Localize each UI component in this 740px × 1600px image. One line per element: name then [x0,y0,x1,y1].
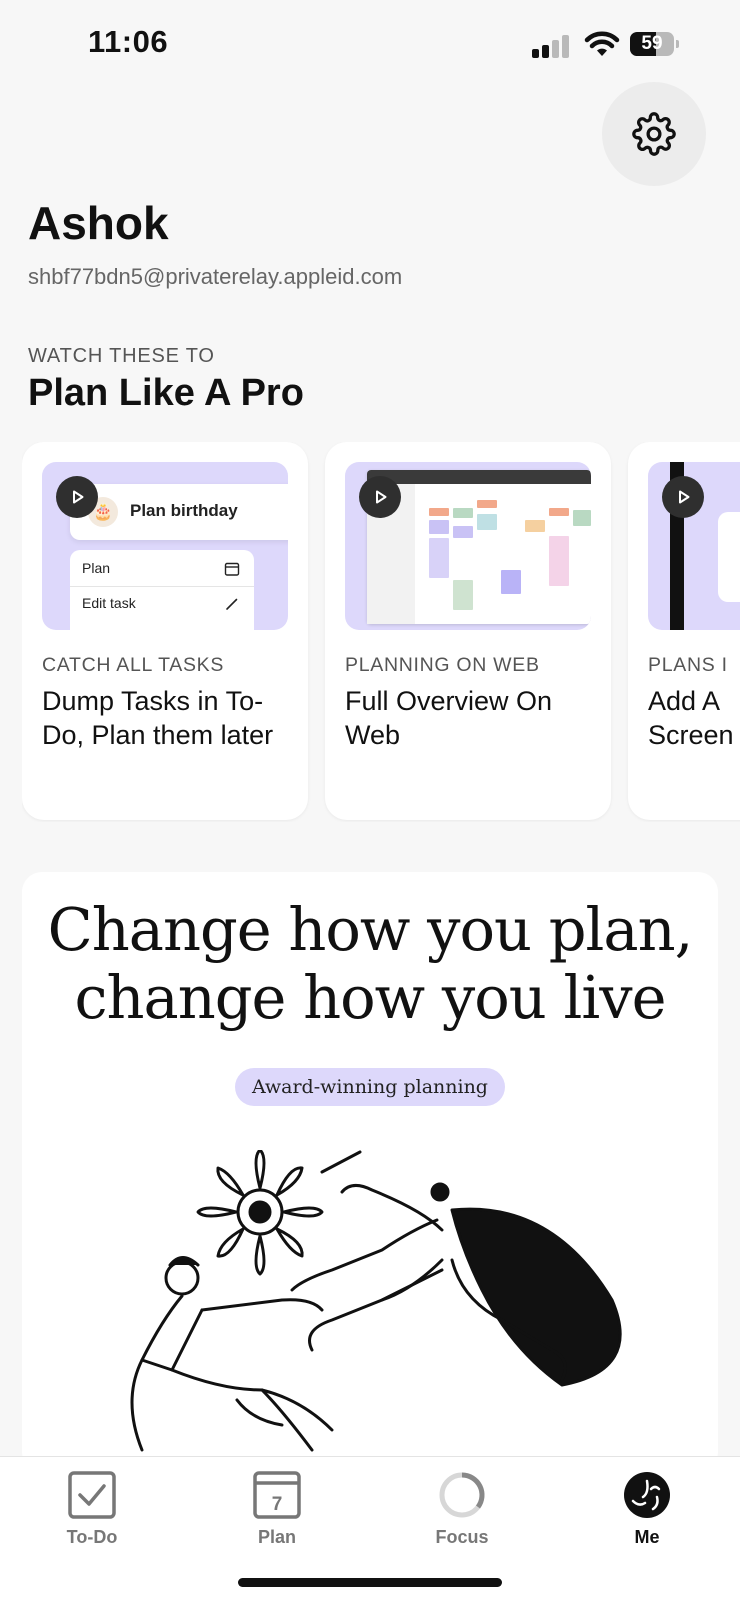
tutorials-eyebrow: WATCH THESE TO [28,345,215,367]
play-icon [679,490,690,504]
video-thumbnail[interactable] [345,462,591,630]
profile-name: Ashok [28,197,169,249]
illustration-people-with-flower [130,1150,622,1452]
battery-level: 59 [641,33,663,54]
focus-ring-icon [439,1472,485,1518]
play-icon [73,490,84,504]
tab-label: Focus [435,1527,489,1547]
award-badge: Award-winning planning [235,1068,505,1106]
video-thumbnail[interactable]: 🎂 Plan birthday Plan Edit task [42,462,288,630]
calendar-icon: 7 [253,1471,301,1519]
thumb-menu-item: Edit task [82,595,136,611]
tutorial-card-planning-on-web[interactable]: PLANNING ON WEB Full Overview On Web [325,442,611,820]
status-bar: 11:06 59 [0,0,740,90]
tab-focus[interactable]: Focus [402,1471,522,1557]
promo-card[interactable]: Change how you plan, change how you live… [22,872,718,1472]
card-category: PLANS I [648,654,728,676]
settings-button[interactable] [602,82,706,186]
card-category: CATCH ALL TASKS [42,654,225,676]
tab-me[interactable]: Me [587,1471,707,1557]
play-button[interactable] [662,476,704,518]
tutorial-carousel[interactable]: 🎂 Plan birthday Plan Edit task CATCH ALL… [22,442,740,822]
home-indicator[interactable] [238,1578,502,1587]
tab-label: To-Do [66,1527,118,1547]
thumb-menu-item: Plan [82,560,111,576]
pencil-icon [226,598,238,610]
card-title: Dump Tasks in To-Do, Plan them later [42,686,274,750]
promo-headline: Change how you plan, change how you live [22,896,718,1032]
play-button[interactable] [56,476,98,518]
thumb-context-menu: Plan Edit task [70,550,254,630]
tab-todo[interactable]: To-Do [32,1471,152,1557]
video-thumbnail[interactable] [648,462,740,630]
calendar-icon [224,562,240,576]
promo-headline-line: Change how you plan, [47,895,694,964]
tutorial-card-catch-all-tasks[interactable]: 🎂 Plan birthday Plan Edit task CATCH ALL… [22,442,308,820]
tutorials-title: Plan Like A Pro [28,372,304,414]
profile-email: shbf77bdn5@privaterelay.appleid.com [28,264,403,289]
battery-icon: 59 [630,32,680,56]
checkbox-icon [68,1471,116,1519]
tab-label: Me [634,1527,660,1547]
status-time: 11:06 [88,24,169,59]
card-category: PLANNING ON WEB [345,654,540,676]
play-button[interactable] [359,476,401,518]
card-title: Full Overview On Web [345,686,553,750]
tab-plan[interactable]: 7 Plan [217,1471,337,1557]
tutorial-card-plans[interactable]: PLANS I Add A Screen [628,442,740,820]
calendar-day: 7 [272,1494,283,1515]
card-title: Add A Screen [648,686,734,750]
cellular-signal-icon [532,34,572,58]
gear-icon [632,112,676,156]
thumb-task-row: 🎂 Plan birthday [70,484,288,540]
profile-face-icon [624,1472,670,1518]
play-icon [376,490,387,504]
wifi-icon [584,30,620,58]
promo-headline-line: change how you live [74,963,666,1032]
tab-label: Plan [257,1527,296,1547]
thumb-task-title: Plan birthday [130,501,238,520]
